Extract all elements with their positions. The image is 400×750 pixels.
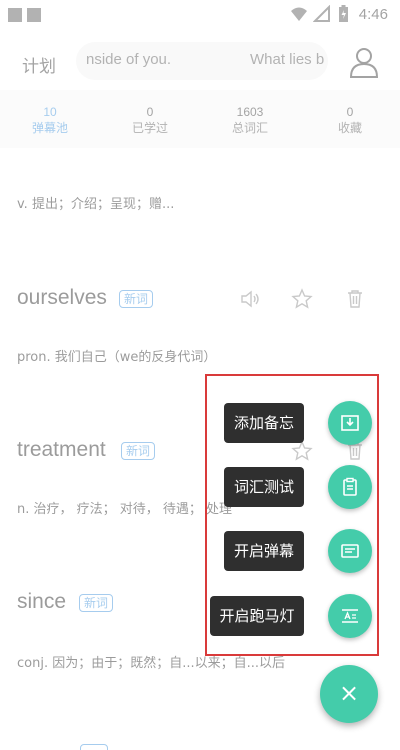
star-icon[interactable] xyxy=(291,288,313,310)
clipboard-icon xyxy=(343,477,357,496)
tab-total-vocab[interactable]: 1603 总词汇 xyxy=(200,90,300,148)
tab-count: 0 xyxy=(346,105,354,119)
plan-button[interactable]: 计划 xyxy=(22,52,56,77)
tab-learned[interactable]: 0 已学过 xyxy=(100,90,200,148)
battery-icon xyxy=(339,5,348,22)
add-memo-label[interactable]: 添加备忘 xyxy=(224,403,304,443)
tab-label: 弹幕池 xyxy=(31,121,68,135)
tab-count: 0 xyxy=(146,105,154,119)
app-header: 计划 nside of you. What lies b xyxy=(0,32,400,90)
marquee-bar[interactable]: nside of you. What lies b xyxy=(76,42,328,80)
new-word-tag xyxy=(80,744,108,750)
word-text: treatment xyxy=(17,438,106,461)
new-word-tag: 新词 xyxy=(121,442,156,460)
tab-favorites[interactable]: 0 收藏 xyxy=(300,90,400,148)
add-memo-button[interactable] xyxy=(328,401,372,445)
word-definition: pron. 我们自己（we的反身代词） xyxy=(17,350,217,365)
word-text: ourselves xyxy=(17,286,107,309)
wifi-icon xyxy=(291,7,307,21)
user-icon[interactable] xyxy=(346,44,382,80)
tab-count: 1603 xyxy=(236,105,264,119)
screen-icon xyxy=(341,544,359,558)
word-definition: v. 提出；介绍；呈现；赠... xyxy=(17,197,175,212)
tab-label: 总词汇 xyxy=(231,121,268,135)
notification-icon xyxy=(27,8,41,22)
danmu-button[interactable] xyxy=(328,529,372,573)
trash-icon[interactable] xyxy=(344,288,366,310)
word-definition: n. 治疗， 疗法； 对待， 待遇； 处理 xyxy=(17,502,233,517)
notification-icon xyxy=(8,8,22,22)
danmu-label[interactable]: 开启弹幕 xyxy=(224,531,304,571)
vocab-test-label[interactable]: 词汇测试 xyxy=(224,467,304,507)
marquee-toggle-label[interactable]: 开启跑马灯 xyxy=(210,596,304,636)
marquee-text-left: nside of you. xyxy=(86,51,172,68)
tab-count: 10 xyxy=(43,105,57,119)
word-text: since xyxy=(17,590,67,613)
tab-danmu-pool[interactable]: 10 弹幕池 xyxy=(0,90,100,148)
vocab-test-button[interactable] xyxy=(328,465,372,509)
signal-icon xyxy=(313,5,330,22)
stats-tabs: 10 弹幕池 0 已学过 1603 总词汇 0 收藏 xyxy=(0,90,400,148)
marquee-text-right: What lies b xyxy=(250,51,325,68)
marquee-icon xyxy=(342,609,358,623)
close-menu-button[interactable]: × xyxy=(320,665,378,723)
tab-label: 收藏 xyxy=(337,121,362,135)
new-word-tag: 新词 xyxy=(119,290,154,308)
status-bar: 4:46 xyxy=(0,0,400,32)
download-icon xyxy=(341,415,359,431)
status-time: 4:46 xyxy=(358,6,388,23)
new-word-tag: 新词 xyxy=(79,594,114,612)
speaker-icon[interactable] xyxy=(239,288,261,310)
marquee-toggle-button[interactable] xyxy=(328,594,372,638)
tab-label: 已学过 xyxy=(131,121,168,135)
